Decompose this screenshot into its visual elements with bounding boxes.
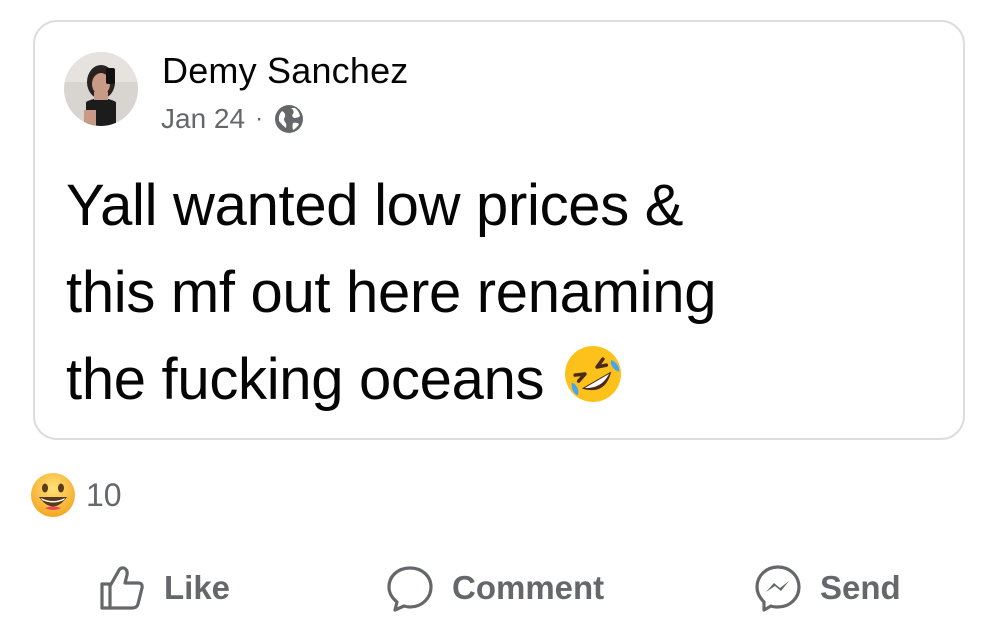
post-text-line: the fucking oceans (66, 347, 545, 412)
send-label: Send (820, 569, 901, 606)
author-name[interactable]: Demy Sanchez (162, 50, 409, 92)
thumbs-up-icon (96, 562, 148, 614)
grinning-face-emoji-icon (30, 472, 76, 518)
post-text: Yall wanted low prices & this mf out her… (66, 162, 946, 423)
post-text-line: this mf out here renaming (66, 260, 717, 325)
avatar[interactable] (64, 52, 138, 126)
comment-label: Comment (452, 569, 605, 606)
reaction-count: 10 (86, 476, 122, 513)
facebook-post-screenshot: Demy Sanchez Jan 24 · Yall wanted low pr… (0, 0, 1000, 619)
rolling-on-floor-laughing-emoji-icon (560, 341, 626, 407)
comment-bubble-icon (384, 562, 436, 614)
post-text-line: Yall wanted low prices & (66, 173, 684, 238)
post-date[interactable]: Jan 24 (161, 103, 245, 135)
action-bar: Like Comment Send (0, 556, 1000, 619)
like-label: Like (164, 569, 231, 606)
post-text-line-last: the fucking oceans (66, 336, 946, 423)
meta-separator: · (255, 105, 264, 132)
messenger-icon (752, 562, 804, 614)
comment-button[interactable]: Comment (384, 556, 604, 619)
reaction-summary[interactable]: 10 (30, 472, 122, 518)
post-meta: Jan 24 · (161, 101, 305, 137)
send-button[interactable]: Send (752, 556, 901, 619)
globe-icon[interactable] (273, 103, 305, 135)
like-button[interactable]: Like (96, 556, 230, 619)
